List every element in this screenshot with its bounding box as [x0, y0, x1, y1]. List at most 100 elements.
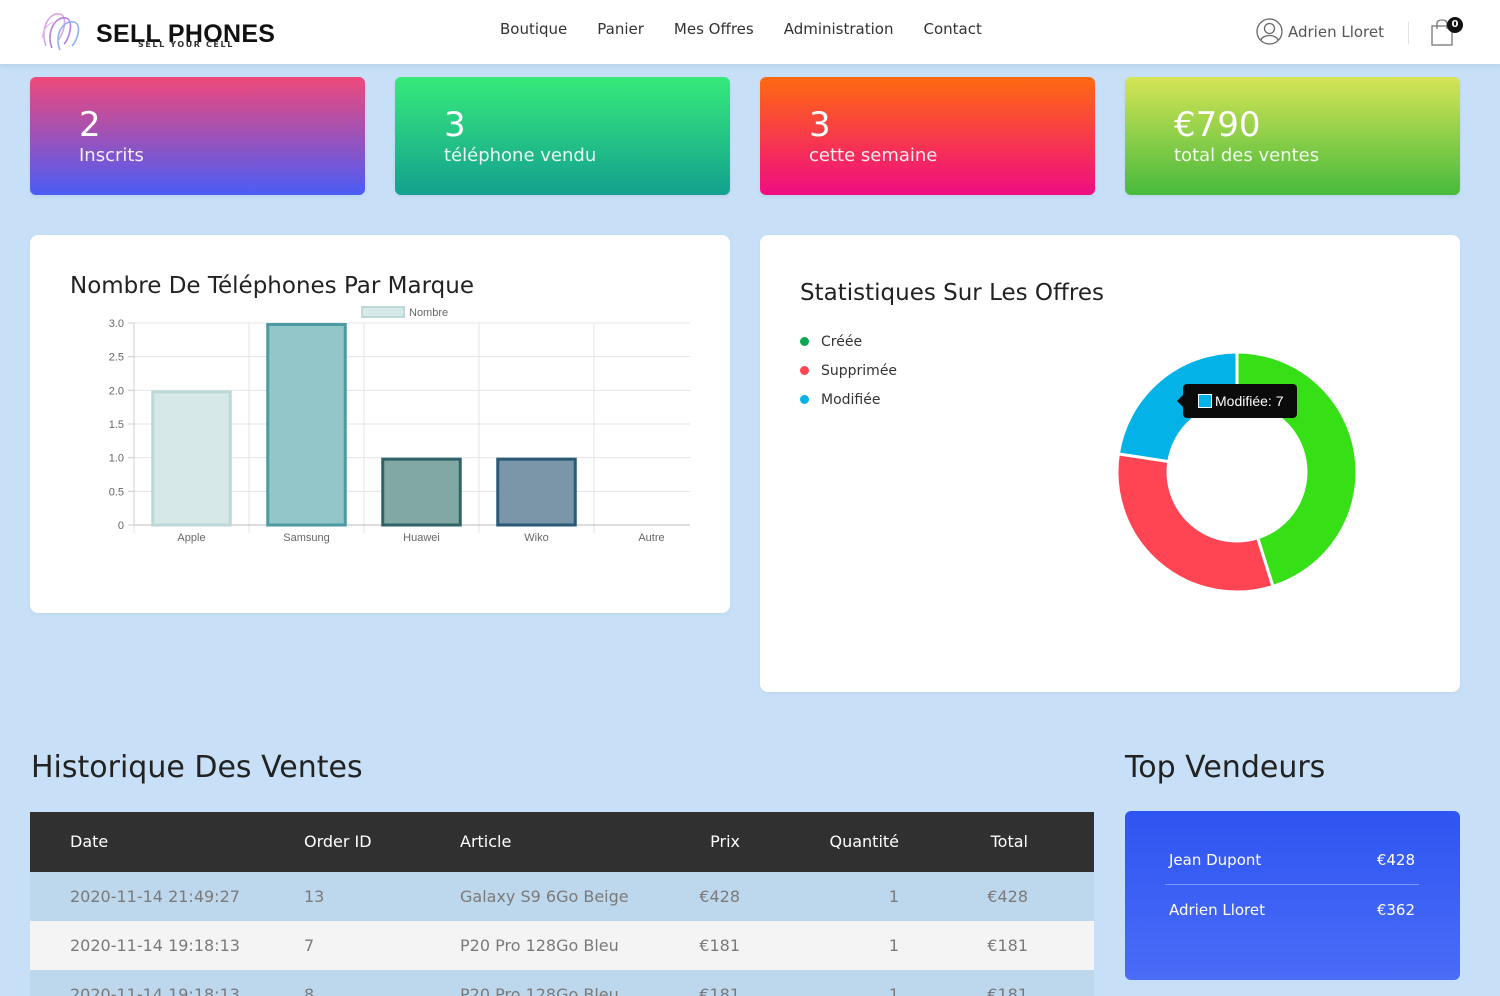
table-row: 2020-11-14 19:18:13 7 P20 Pro 128Go Bleu…: [30, 921, 1094, 970]
y-tick-label: 1.0: [109, 453, 124, 465]
cell-date: 2020-11-14 19:18:13: [70, 936, 240, 955]
legend-label: Nombre: [409, 307, 448, 319]
x-tick-label: Autre: [638, 532, 664, 544]
logo-icon: [41, 13, 80, 51]
stat-value: 3: [444, 105, 466, 145]
stat-card-total-sales: €790 total des ventes: [1125, 77, 1460, 195]
legend-item-supprimee[interactable]: Supprimée: [800, 356, 897, 385]
cell-article: Galaxy S9 6Go Beige: [460, 887, 629, 906]
pie-legend: Créée Supprimée Modifiée: [800, 327, 897, 414]
top-vendors-title: Top Vendeurs: [1125, 750, 1326, 785]
stat-value: €790: [1174, 105, 1261, 145]
offers-stats-panel: Statistiques Sur Les Offres Créée Suppri…: [760, 235, 1460, 692]
bar-legend: Nombre: [361, 306, 448, 319]
cell-quantite: 1: [888, 936, 899, 955]
col-prix[interactable]: Prix: [710, 812, 740, 872]
brand-logo[interactable]: SELL PHONES SELL YOUR CELL: [38, 8, 278, 56]
top-vendors-card: Jean Dupont €428 Adrien Lloret €362: [1125, 811, 1460, 980]
user-name: Adrien Lloret: [1288, 22, 1385, 41]
pie-chart-title: Statistiques Sur Les Offres: [800, 280, 1104, 306]
tooltip-text: Modifiée: 7: [1215, 393, 1284, 409]
x-tick-label: Samsung: [283, 532, 329, 544]
bar-huawei: [381, 457, 462, 527]
legend-swatch: [361, 306, 405, 318]
bar-chart: Nombre 0 0.5 1.0 1.5 2.0 2.5 3.0 Apple Samsung Hua…: [109, 306, 690, 544]
sales-history-title: Historique Des Ventes: [31, 750, 363, 785]
col-date[interactable]: Date: [70, 812, 108, 872]
cell-prix: €428: [699, 887, 740, 906]
y-tick-label: 2.0: [109, 385, 124, 397]
cell-date: 2020-11-14 21:49:27: [70, 887, 240, 906]
stat-value: 3: [809, 105, 831, 145]
col-order-id[interactable]: Order ID: [304, 812, 372, 872]
table-row: 2020-11-14 19:18:13 8 P20 Pro 128Go Bleu…: [30, 970, 1094, 996]
x-tick-label: Huawei: [403, 532, 440, 544]
stat-card-this-week: 3 cette semaine: [760, 77, 1095, 195]
y-tick-label: 3.0: [109, 318, 124, 330]
user-menu[interactable]: Adrien Lloret: [1256, 18, 1384, 45]
vendor-row[interactable]: Jean Dupont €428: [1165, 835, 1419, 885]
cell-prix: €181: [699, 936, 740, 955]
nav-panier[interactable]: Panier: [582, 20, 659, 38]
stat-label: Inscrits: [79, 145, 144, 166]
user-icon: [1256, 18, 1283, 45]
col-total[interactable]: Total: [991, 812, 1028, 872]
chart-tooltip: Modifiée: 7: [1176, 384, 1298, 418]
nav-administration[interactable]: Administration: [769, 20, 909, 38]
table-header: Date Order ID Article Prix Quantité Tota…: [30, 812, 1094, 872]
stat-card-phones-sold: 3 téléphone vendu: [395, 77, 730, 195]
bar-apple: [151, 390, 232, 527]
bar-chart-title: Nombre De Téléphones Par Marque: [70, 273, 474, 299]
cell-prix: €181: [699, 985, 740, 996]
header-divider: [1408, 22, 1409, 44]
phones-by-brand-panel: Nombre De Téléphones Par Marque Nombre 0 0…: [30, 235, 730, 613]
y-tick-label: 2.5: [109, 352, 124, 364]
legend-dot: [800, 337, 809, 346]
stat-label: téléphone vendu: [444, 145, 597, 166]
sales-history-table: Date Order ID Article Prix Quantité Tota…: [30, 812, 1094, 996]
tooltip-swatch: [1198, 394, 1212, 408]
cell-article: P20 Pro 128Go Bleu: [460, 985, 619, 996]
stat-card-inscrits: 2 Inscrits: [30, 77, 365, 195]
legend-item-modifiee[interactable]: Modifiée: [800, 385, 897, 414]
x-tick-label: Apple: [177, 532, 205, 544]
stat-value: 2: [79, 105, 101, 145]
stat-label: total des ventes: [1174, 145, 1320, 166]
stat-label: cette semaine: [809, 145, 938, 166]
legend-dot: [800, 395, 809, 404]
nav-contact[interactable]: Contact: [908, 20, 996, 38]
legend-label: Créée: [821, 333, 863, 350]
cell-total: €181: [987, 936, 1028, 955]
bar-samsung: [266, 323, 347, 527]
cell-order-id: 7: [304, 936, 315, 955]
vendor-row[interactable]: Adrien Lloret €362: [1165, 885, 1419, 935]
legend-label: Modifiée: [821, 391, 881, 408]
cell-quantite: 1: [888, 887, 899, 906]
cell-quantite: 1: [888, 985, 899, 996]
nav-boutique[interactable]: Boutique: [485, 20, 582, 38]
y-tick-label: 1.5: [109, 419, 124, 431]
legend-dot: [800, 366, 809, 375]
x-tick-label: Wiko: [524, 532, 548, 544]
vendor-name: Jean Dupont: [1169, 850, 1262, 869]
top-navbar: SELL PHONES SELL YOUR CELL Boutique Pani…: [0, 0, 1500, 64]
cell-date: 2020-11-14 19:18:13: [70, 985, 240, 996]
cell-article: P20 Pro 128Go Bleu: [460, 936, 619, 955]
vendor-name: Adrien Lloret: [1169, 901, 1266, 919]
brand-subtitle: SELL YOUR CELL: [138, 40, 234, 49]
col-quantite[interactable]: Quantité: [829, 812, 899, 872]
cart-button[interactable]: 0: [1430, 16, 1463, 48]
cell-total: €181: [987, 985, 1028, 996]
cell-order-id: 13: [304, 887, 325, 906]
cell-order-id: 8: [304, 985, 315, 996]
y-tick-label: 0.5: [109, 486, 124, 498]
vendor-amount: €362: [1376, 901, 1415, 919]
legend-item-creee[interactable]: Créée: [800, 327, 897, 356]
col-article[interactable]: Article: [460, 812, 511, 872]
vendor-amount: €428: [1376, 850, 1415, 869]
slice-1: [1115, 452, 1275, 594]
table-row: 2020-11-14 21:49:27 13 Galaxy S9 6Go Bei…: [30, 872, 1094, 921]
nav-mes-offres[interactable]: Mes Offres: [659, 20, 769, 38]
cell-total: €428: [987, 887, 1028, 906]
bar-wiko: [496, 457, 577, 527]
